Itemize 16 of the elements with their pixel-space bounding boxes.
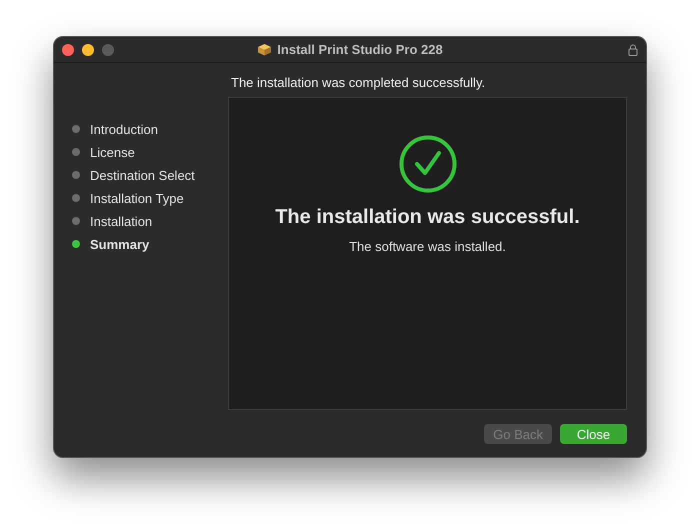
lock-icon [628,44,638,56]
success-message: The software was installed. [349,239,506,254]
minimize-button[interactable] [82,44,94,56]
success-title: The installation was successful. [275,206,580,229]
status-heading: The installation was completed successfully. [231,75,486,91]
step-label: Introduction [90,122,158,136]
package-icon [257,43,272,56]
success-check-icon [398,135,456,193]
step-label: License [90,144,135,160]
step-label: Destination Select [90,168,195,182]
window-title: Install Print Studio Pro 228 [277,42,443,57]
step-label: Installation [90,214,152,228]
close-window-button[interactable] [62,44,74,56]
step-label: Summary [90,236,150,252]
close-button[interactable]: Close [560,424,627,444]
step-label: Installation Type [90,190,184,206]
